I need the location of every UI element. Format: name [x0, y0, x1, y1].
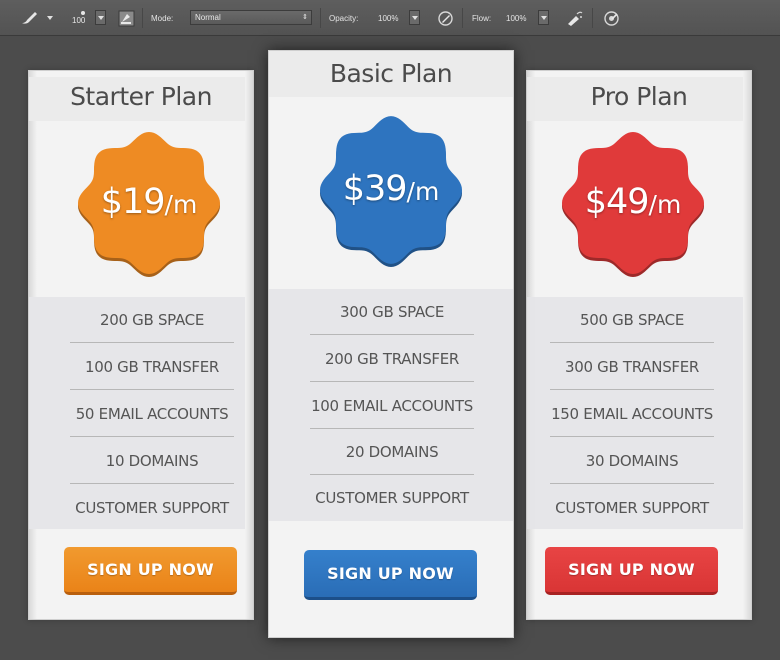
opacity-label: Opacity:	[329, 13, 359, 23]
price-period: /m	[164, 190, 198, 220]
feature-item: 200 GB TRANSFER	[310, 336, 474, 382]
brush-size-value: 100	[72, 16, 86, 25]
feature-item: 300 GB SPACE	[310, 289, 474, 335]
feature-item: 200 GB SPACE	[70, 297, 234, 343]
flow-label: Flow:	[472, 13, 492, 23]
feature-item: 500 GB SPACE	[550, 297, 714, 343]
tool-preset-dropdown-icon[interactable]	[46, 0, 54, 36]
toolbar-divider	[462, 8, 463, 28]
price-amount: $19	[100, 182, 166, 223]
plan-title: Pro Plan	[527, 77, 751, 121]
feature-item: 50 EMAIL ACCOUNTS	[70, 391, 234, 437]
pressure-size-icon[interactable]	[603, 0, 620, 36]
toolbar-divider	[142, 8, 143, 28]
feature-list: 300 GB SPACE 200 GB TRANSFER 100 EMAIL A…	[269, 289, 513, 521]
sign-up-button[interactable]: SIGN UP NOW	[64, 547, 237, 595]
price-badge: $19/m	[74, 128, 224, 278]
pricing-card-basic: Basic Plan $39/m 300 GB SPACE 200 GB TRA…	[268, 50, 514, 638]
price: $19/m	[74, 182, 224, 222]
sign-up-button[interactable]: SIGN UP NOW	[304, 550, 477, 600]
feature-item: 150 EMAIL ACCOUNTS	[550, 391, 714, 437]
flow-value: 100%	[506, 13, 527, 23]
mode-value: Normal	[195, 13, 221, 22]
pricing-card-starter: Starter Plan $19/m 200 GB SPACE 100 GB T…	[28, 70, 254, 620]
flow-field[interactable]: 100%	[506, 0, 526, 36]
feature-item: 300 GB TRANSFER	[550, 344, 714, 390]
flow-slider-button[interactable]	[538, 10, 549, 25]
price: $49/m	[558, 182, 708, 222]
mode-label: Mode:	[151, 13, 174, 23]
pricing-card-pro: Pro Plan $49/m 500 GB SPACE 300 GB TRANS…	[526, 70, 752, 620]
brush-preset-dropdown-button[interactable]	[95, 10, 106, 25]
toolbar-divider	[320, 8, 321, 28]
mode-select[interactable]: Normal ⇕	[190, 10, 312, 25]
feature-item: 100 GB TRANSFER	[70, 344, 234, 390]
feature-item: 30 DOMAINS	[550, 438, 714, 484]
options-bar: 100 Mode: Normal ⇕ Opacity: 100% Flow: 1…	[0, 0, 780, 36]
opacity-value: 100%	[378, 13, 399, 23]
feature-item: CUSTOMER SUPPORT	[75, 499, 229, 517]
price-period: /m	[406, 177, 440, 207]
price-badge: $49/m	[558, 128, 708, 278]
sign-up-button[interactable]: SIGN UP NOW	[545, 547, 718, 595]
toolbar-divider	[592, 8, 593, 28]
brush-preset-dot-icon	[80, 11, 85, 15]
feature-item: 10 DOMAINS	[70, 438, 234, 484]
price-amount: $39	[342, 169, 408, 210]
mode-chevron-icon: ⇕	[302, 14, 308, 21]
pressure-opacity-icon[interactable]	[437, 0, 454, 36]
opacity-field[interactable]: 100%	[378, 0, 398, 36]
price: $39/m	[316, 169, 466, 209]
brush-panel-icon[interactable]	[118, 0, 135, 36]
plan-title: Basic Plan	[269, 51, 513, 97]
feature-list: 500 GB SPACE 300 GB TRANSFER 150 EMAIL A…	[527, 297, 751, 529]
opacity-slider-button[interactable]	[409, 10, 420, 25]
feature-item: CUSTOMER SUPPORT	[315, 489, 469, 507]
brush-tool-icon[interactable]	[20, 0, 42, 36]
price-badge: $39/m	[316, 112, 466, 268]
price-amount: $49	[584, 182, 650, 223]
plan-title: Starter Plan	[29, 77, 253, 121]
feature-item: 100 EMAIL ACCOUNTS	[310, 383, 474, 429]
price-period: /m	[648, 190, 682, 220]
airbrush-icon[interactable]	[566, 0, 584, 36]
feature-list: 200 GB SPACE 100 GB TRANSFER 50 EMAIL AC…	[29, 297, 253, 529]
feature-item: CUSTOMER SUPPORT	[555, 499, 709, 517]
feature-item: 20 DOMAINS	[310, 429, 474, 475]
brush-preset-picker[interactable]: 100	[72, 0, 85, 36]
